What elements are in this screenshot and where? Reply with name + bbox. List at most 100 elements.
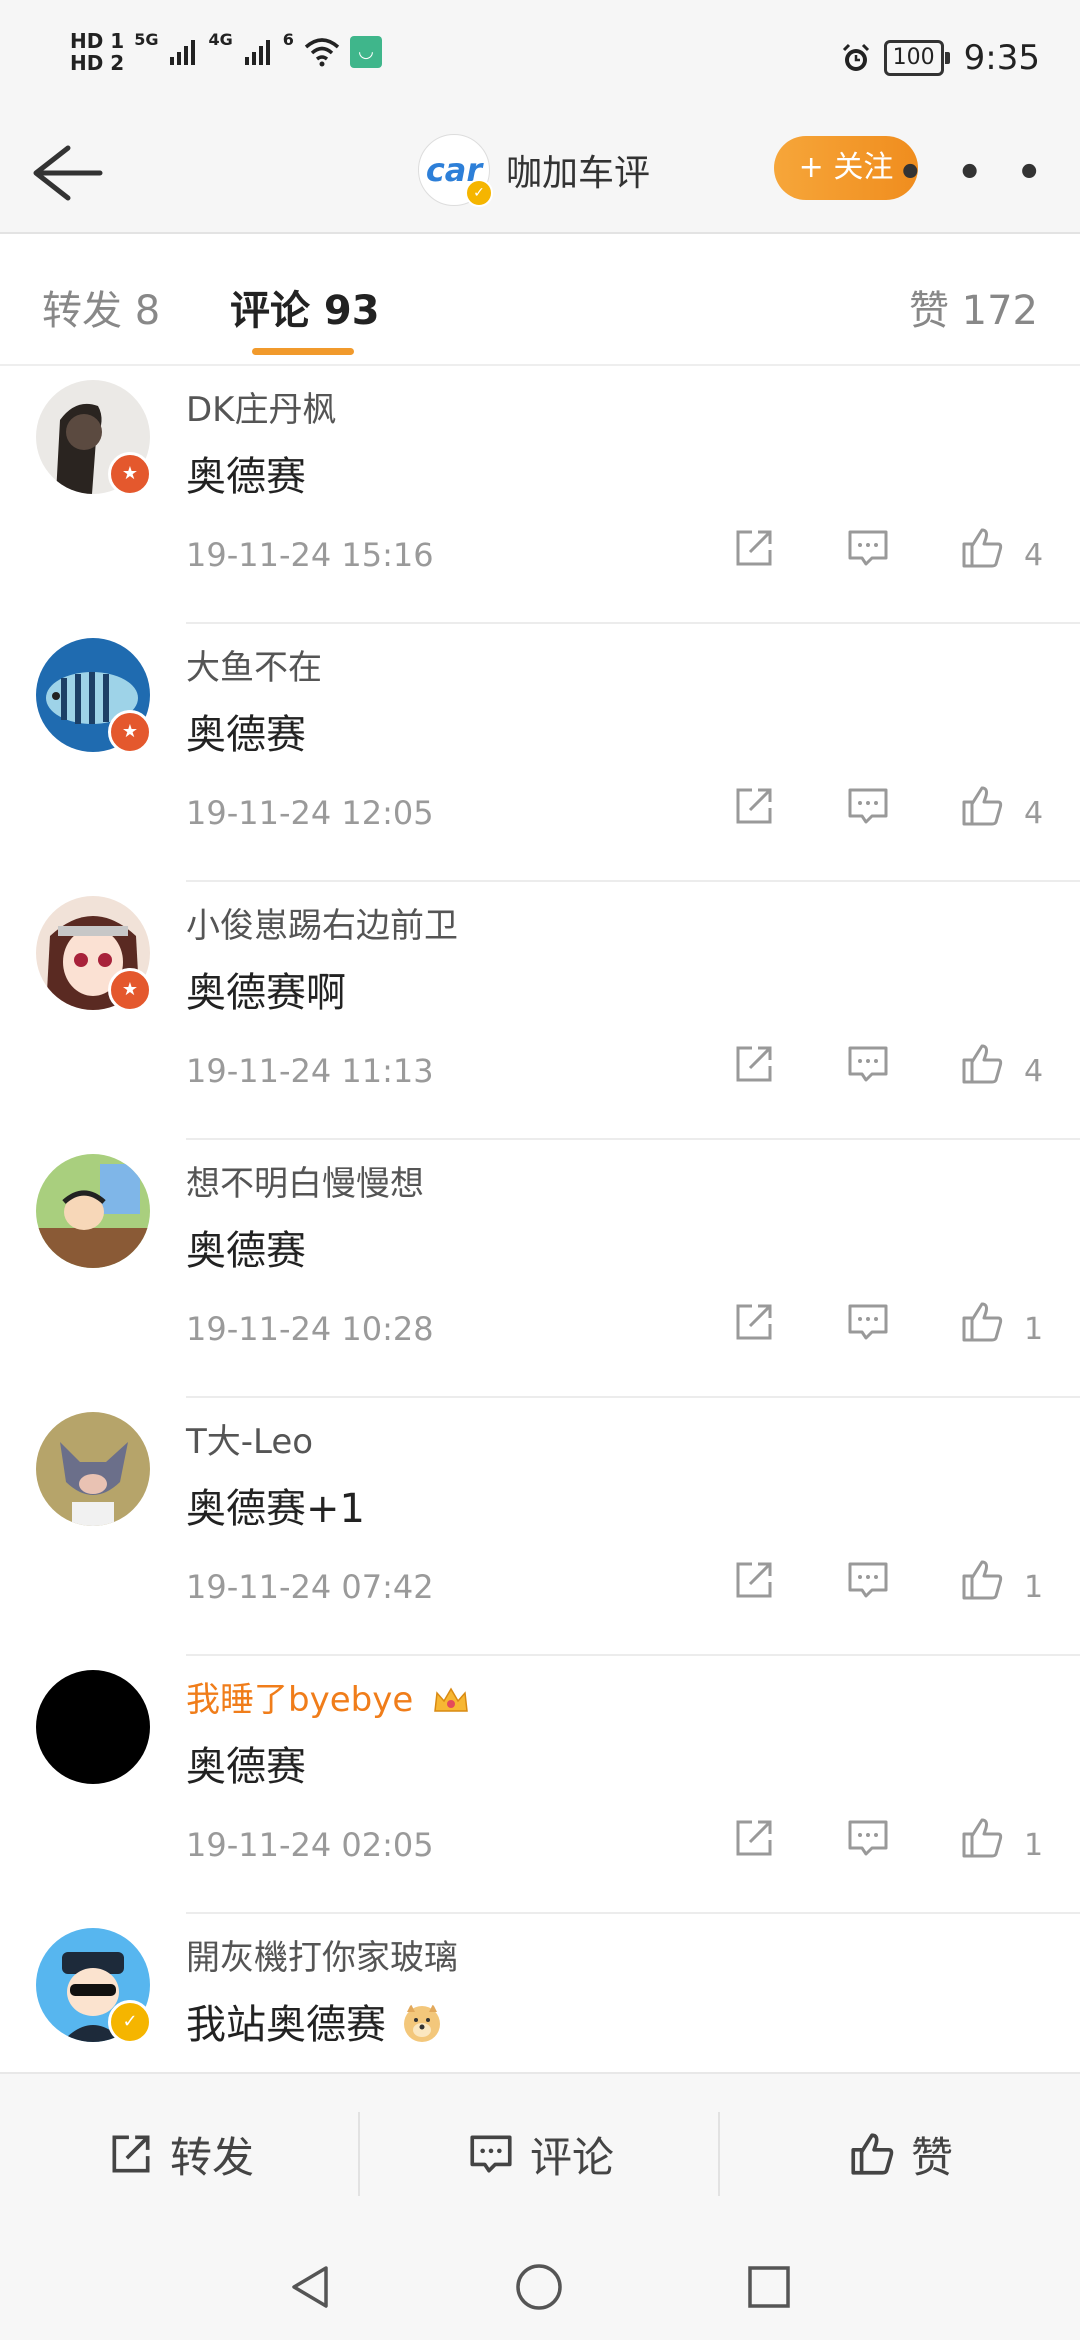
like-icon[interactable] [958, 782, 1006, 830]
share-icon[interactable] [730, 524, 778, 572]
active-tab-indicator [252, 348, 354, 355]
member-badge-icon: ★ [108, 968, 152, 1012]
like-count: 1 [1024, 1570, 1044, 1605]
app-bar: car ✓ 咖加车评 + 关注 • • • [0, 120, 1080, 234]
comment-username[interactable]: DK庄丹枫 [186, 382, 336, 431]
repost-button[interactable]: 转发 [0, 2074, 360, 2234]
comment-text: 奥德赛 [186, 1228, 306, 1274]
account-header[interactable]: car ✓ 咖加车评 [418, 134, 651, 207]
comment-text: 我站奥德赛 [186, 1992, 443, 2050]
comment-text: 奥德赛 [186, 712, 306, 758]
verified-icon: ✓ [108, 2000, 152, 2044]
tab-likes[interactable]: 赞 172 [909, 278, 1038, 336]
share-icon[interactable] [730, 1298, 778, 1346]
like-count: 1 [1024, 1828, 1044, 1863]
comment-username-text: 我睡了byebye [186, 1680, 414, 1720]
signal1-icon [170, 40, 196, 65]
reply-icon[interactable] [844, 1040, 892, 1088]
avatar[interactable] [36, 1412, 150, 1526]
crown-icon [434, 1687, 468, 1712]
status-bar: HD 1 HD 2 5G 4G 6 ◡ 100 9:35 [0, 0, 1080, 120]
account-name: 咖加车评 [506, 153, 651, 194]
signal2-icon [244, 40, 270, 65]
like-icon[interactable] [958, 1556, 1006, 1604]
tab-comments[interactable]: 评论 93 [230, 278, 380, 336]
comment-text: 奥德赛啊 [186, 970, 346, 1016]
comment-button[interactable]: 评论 [360, 2074, 720, 2234]
comment-item: ★ DK庄丹枫 奥德赛 19-11-24 15:16 4 [0, 366, 1080, 624]
comment-username[interactable]: 想不明白慢慢想 [186, 1156, 424, 1205]
comment-text: 奥德赛 [186, 454, 306, 500]
like-icon[interactable] [958, 524, 1006, 572]
comment-username[interactable]: 我睡了byebye [186, 1672, 470, 1721]
reply-icon[interactable] [844, 1298, 892, 1346]
comment-time: 19-11-24 10:28 [186, 1310, 434, 1348]
comment-username[interactable]: 開灰機打你家玻璃 [186, 1930, 458, 1979]
wifi-version-label: 6 [282, 30, 294, 49]
alarm-icon [842, 43, 869, 71]
comment-item: ✓ 開灰機打你家玻璃 我站奥德赛 [0, 1914, 1080, 2094]
nav-back-icon[interactable] [286, 2262, 334, 2312]
like-count: 4 [1024, 796, 1044, 831]
comment-item: 想不明白慢慢想 奥德赛 19-11-24 10:28 1 [0, 1140, 1080, 1398]
comment-text: 奥德赛+1 [186, 1486, 365, 1532]
comment-time: 19-11-24 12:05 [186, 794, 434, 832]
avatar[interactable] [36, 1154, 150, 1268]
account-logo: car ✓ [418, 134, 493, 207]
tab-repost[interactable]: 转发 8 [42, 278, 160, 336]
comment-item: ★ 大鱼不在 奥德赛 19-11-24 12:05 4 [0, 624, 1080, 882]
comment-item: ★ 小俊崽踢右边前卫 奥德赛啊 19-11-24 11:13 4 [0, 882, 1080, 1140]
comment-label: 评论 [529, 2132, 614, 2182]
like-count: 4 [1024, 1054, 1044, 1089]
repost-label: 转发 [169, 2132, 254, 2182]
comment-username[interactable]: 大鱼不在 [186, 640, 322, 689]
comment-icon [470, 2135, 512, 2173]
like-count: 1 [1024, 1312, 1044, 1347]
like-icon[interactable] [958, 1814, 1006, 1862]
bottom-action-bar: 转发 评论 赞 [0, 2072, 1080, 2234]
reply-icon[interactable] [844, 1556, 892, 1604]
like-button[interactable]: 赞 [720, 2074, 1080, 2234]
comment-item: 我睡了byebye 奥德赛 19-11-24 02:05 1 [0, 1656, 1080, 1914]
member-badge-icon: ★ [108, 452, 152, 496]
comment-username[interactable]: T大-Leo [186, 1414, 313, 1463]
nav-home-icon[interactable] [514, 2262, 564, 2312]
nav-recents-icon[interactable] [746, 2264, 792, 2310]
reply-icon[interactable] [844, 782, 892, 830]
back-arrow-icon[interactable] [28, 138, 108, 208]
more-options-icon[interactable]: • • • [897, 150, 1052, 196]
network1-label: 5G [134, 30, 159, 49]
like-label: 赞 [910, 2132, 953, 2182]
wifi-icon [304, 38, 340, 67]
network2-label: 4G [208, 30, 233, 49]
comment-item: T大-Leo 奥德赛+1 19-11-24 07:42 1 [0, 1398, 1080, 1656]
comment-list: ★ DK庄丹枫 奥德赛 19-11-24 15:16 4 ★ 大鱼不在 奥德赛 … [0, 366, 1080, 2094]
avatar[interactable] [36, 1670, 150, 1784]
reply-icon[interactable] [844, 524, 892, 572]
comment-text-content: 我站奥德赛 [186, 2002, 386, 2048]
share-icon[interactable] [730, 1556, 778, 1604]
comment-time: 19-11-24 02:05 [186, 1826, 434, 1864]
battery-indicator: 100 [883, 40, 950, 76]
like-icon[interactable] [958, 1298, 1006, 1346]
like-icon[interactable] [958, 1040, 1006, 1088]
share-icon[interactable] [730, 782, 778, 830]
status-right: 100 9:35 [840, 38, 1040, 78]
follow-button[interactable]: + 关注 [774, 136, 918, 200]
system-nav-bar [0, 2232, 1080, 2340]
comment-text: 奥德赛 [186, 1744, 306, 1790]
like-icon [851, 2133, 894, 2175]
share-icon[interactable] [730, 1814, 778, 1862]
member-badge-icon: ★ [108, 710, 152, 754]
tab-bar: 转发 8 评论 93 赞 172 [0, 234, 1080, 366]
status-left: HD 1 HD 2 5G 4G 6 ◡ [70, 30, 382, 74]
sim1-label: HD 1 [70, 29, 125, 53]
comment-time: 19-11-24 07:42 [186, 1568, 434, 1606]
verified-icon: ✓ [465, 179, 493, 207]
reply-icon[interactable] [844, 1814, 892, 1862]
share-icon[interactable] [730, 1040, 778, 1088]
like-count: 4 [1024, 538, 1044, 573]
doge-emoji-icon [403, 2004, 440, 2042]
comment-username[interactable]: 小俊崽踢右边前卫 [186, 898, 458, 947]
sim2-label: HD 2 [70, 51, 125, 75]
